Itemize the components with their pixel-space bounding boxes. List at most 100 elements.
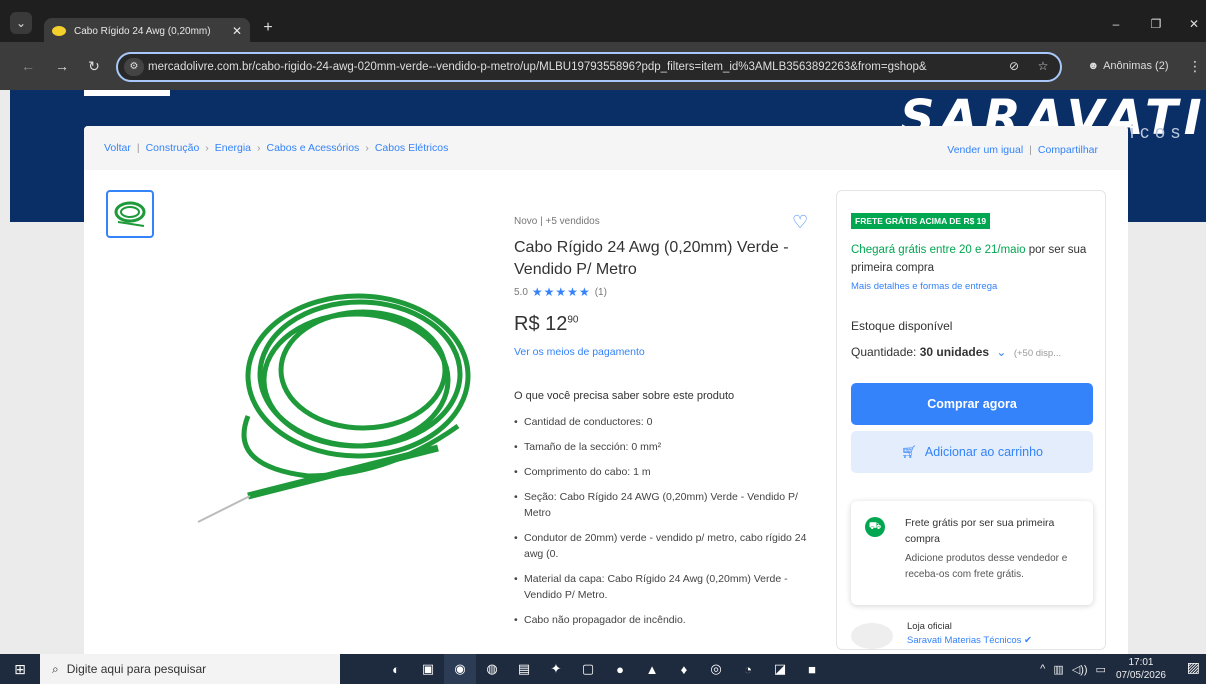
- red-app-icon[interactable]: ●: [604, 654, 636, 684]
- taskbar-search-placeholder: Digite aqui para pesquisar: [66, 662, 207, 676]
- product-highlights-title: O que você precisa saber sobre este prod…: [514, 390, 735, 402]
- search-icon: ⌕: [52, 661, 59, 676]
- banner-divider: [84, 90, 170, 96]
- list-item: Tamaño de la sección: 0 mm²: [514, 439, 814, 455]
- free-shipping-badge: FRETE GRÁTIS ACIMA DE R$ 19: [851, 213, 991, 229]
- chevron-right-icon: ›: [257, 142, 261, 154]
- new-tab-button[interactable]: +: [258, 18, 278, 38]
- steam-icon[interactable]: ◔: [732, 654, 764, 684]
- sell-similar-link[interactable]: Vender um igual: [947, 144, 1023, 156]
- list-item: Condutor de 20mm) verde - vendido p/ met…: [514, 530, 814, 562]
- taskbar-search[interactable]: ⌕ Digite aqui para pesquisar: [40, 654, 340, 684]
- rating-stars-icon: ★★★★★: [531, 285, 591, 299]
- product-condition: Novo | +5 vendidos: [514, 216, 600, 227]
- browser-tab-bar: ⌄ Cabo Rígido 24 Awg (0,20mm) ✕ + – ❐ ✕: [0, 0, 1206, 44]
- menu-icon[interactable]: ⋮: [1188, 56, 1202, 76]
- product-card: Voltar | Construção › Energia › Cabos e …: [84, 126, 1128, 654]
- web-page: SARAVATI icos Voltar | Construção › Ener…: [0, 90, 1206, 654]
- add-to-cart-button[interactable]: 🛒︎ Adicionar ao carrinho: [851, 431, 1093, 473]
- payment-methods-link[interactable]: Ver os meios de pagamento: [514, 346, 645, 358]
- photo-app-icon[interactable]: ◪: [764, 654, 796, 684]
- breadcrumb-item-cabos-eletricos[interactable]: Cabos Elétricos: [375, 142, 449, 154]
- close-window-button[interactable]: ✕: [1184, 14, 1204, 34]
- chrome-alt-icon[interactable]: ◎: [700, 654, 732, 684]
- product-main-image[interactable]: [188, 266, 488, 546]
- list-item: Seção: Cabo Rígido 24 AWG (0,20mm) Verde…: [514, 489, 814, 521]
- breadcrumb: Voltar | Construção › Energia › Cabos e …: [84, 126, 1128, 170]
- browser-tab[interactable]: Cabo Rígido 24 Awg (0,20mm) ✕: [44, 18, 250, 44]
- store-icon[interactable]: ▣: [412, 654, 444, 684]
- site-info-icon[interactable]: ⚙: [124, 58, 144, 76]
- chevron-right-icon: ›: [205, 142, 209, 154]
- seller-type: Loja oficial: [907, 621, 952, 632]
- product-info: Novo | +5 vendidos Cabo Rígido 24 Awg (0…: [514, 216, 814, 637]
- reload-button[interactable]: ↻: [84, 56, 104, 76]
- add-to-cart-label: Adicionar ao carrinho: [924, 445, 1043, 459]
- delivery-details-link[interactable]: Mais detalhes e formas de entrega: [851, 281, 997, 292]
- quantity-label: Quantidade:: [851, 345, 920, 359]
- profile-label: Anônimas (2): [1103, 60, 1169, 72]
- rating-count: (1): [594, 286, 607, 298]
- coiled-cable-image: [241, 293, 471, 500]
- close-tab-icon[interactable]: ✕: [232, 24, 242, 38]
- back-link[interactable]: Voltar: [104, 142, 131, 154]
- keyboard-icon[interactable]: ▭: [1096, 663, 1106, 676]
- price: R$ 1290: [514, 313, 814, 336]
- eye-off-icon[interactable]: ⊘: [1005, 56, 1023, 76]
- list-item: Comprimento do cabo: 1 m: [514, 464, 814, 480]
- breadcrumb-item-construcao[interactable]: Construção: [146, 142, 200, 154]
- cable-thumbnail-icon: [114, 201, 146, 227]
- fire-app-icon[interactable]: ♦: [668, 654, 700, 684]
- chevron-up-icon[interactable]: ^: [1040, 663, 1045, 675]
- rating[interactable]: 5.0 ★★★★★ (1): [514, 285, 814, 299]
- windows-start-icon[interactable]: ⊞: [0, 654, 40, 684]
- file-explorer-icon[interactable]: ▤: [508, 654, 540, 684]
- buy-box: FRETE GRÁTIS ACIMA DE R$ 19 Chegará grát…: [836, 190, 1106, 650]
- cart-icon: 🛒︎: [901, 444, 917, 459]
- incognito-icon: ☻: [1087, 60, 1100, 72]
- maximize-button[interactable]: ❐: [1146, 14, 1166, 34]
- tab-search-button[interactable]: ⌄: [10, 12, 32, 34]
- app-icon[interactable]: ✦: [540, 654, 572, 684]
- breadcrumb-separator: |: [136, 142, 140, 154]
- product-highlights: Cantidad de conductores: 0 Tamaño de la …: [514, 414, 814, 628]
- copper-wire-end: [197, 495, 251, 523]
- breadcrumb-item-cabos-acessorios[interactable]: Cabos e Acessórios: [267, 142, 360, 154]
- delivery-date: Chegará grátis entre 20 e 21/maio: [851, 244, 1026, 256]
- breadcrumb-item-energia[interactable]: Energia: [215, 142, 251, 154]
- system-tray: ^ ▥ ◁)) ▭ 17:01 07/05/2026: [1040, 654, 1166, 684]
- product-thumbnail[interactable]: [106, 190, 154, 238]
- profile-button[interactable]: ☻ Anônimas (2): [1078, 56, 1178, 76]
- promo-body: Adicione produtos desse vendedor e receb…: [905, 553, 1068, 580]
- taskbar-clock[interactable]: 17:01 07/05/2026: [1116, 656, 1166, 682]
- list-item: Cantidad de conductores: 0: [514, 414, 814, 430]
- window-app-icon[interactable]: ▢: [572, 654, 604, 684]
- quantity-value: 30 unidades: [919, 345, 990, 359]
- address-bar[interactable]: ⚙ mercadolivre.com.br/cabo-rigido-24-awg…: [116, 52, 1062, 82]
- volume-icon[interactable]: ◁)): [1072, 663, 1088, 676]
- verified-icon: ✔: [1024, 635, 1033, 646]
- notification-icon[interactable]: ▨: [1187, 659, 1200, 676]
- seller-info[interactable]: Loja oficial Saravati Materias Técnicos …: [851, 621, 1101, 651]
- forward-button[interactable]: →: [52, 56, 72, 76]
- price-main: R$ 12: [514, 313, 568, 335]
- delivery-info: Chegará grátis entre 20 e 21/maio por se…: [851, 241, 1101, 277]
- back-button[interactable]: ←: [18, 56, 38, 76]
- share-link[interactable]: Compartilhar: [1038, 144, 1098, 156]
- edge-icon[interactable]: ◍: [476, 654, 508, 684]
- network-icon[interactable]: ▥: [1053, 663, 1063, 676]
- quantity-selector[interactable]: Quantidade: 30 unidades ⌄ (+50 disp...: [851, 345, 1061, 359]
- cortana-icon[interactable]: ◐: [380, 654, 412, 684]
- mercadolivre-favicon-icon: [52, 26, 66, 36]
- bookmark-star-icon[interactable]: ☆: [1034, 56, 1052, 76]
- minimize-button[interactable]: –: [1106, 14, 1126, 34]
- orange-app-icon[interactable]: ■: [796, 654, 828, 684]
- promo-title: Frete grátis por ser sua primeira compra: [905, 517, 1055, 545]
- windows-taskbar: ⊞ ⌕ Digite aqui para pesquisar ◐ ▣ ◉ ◍ ▤…: [0, 654, 1206, 684]
- chrome-icon[interactable]: ◉: [444, 654, 476, 684]
- seller-name-link[interactable]: Saravati Materias Técnicos ✔: [907, 635, 1032, 646]
- acrobat-icon[interactable]: ▲: [636, 654, 668, 684]
- quantity-available: (+50 disp...: [1013, 348, 1062, 359]
- list-item: Material da capa: Cabo Rígido 24 Awg (0,…: [514, 571, 814, 603]
- buy-now-button[interactable]: Comprar agora: [851, 383, 1093, 425]
